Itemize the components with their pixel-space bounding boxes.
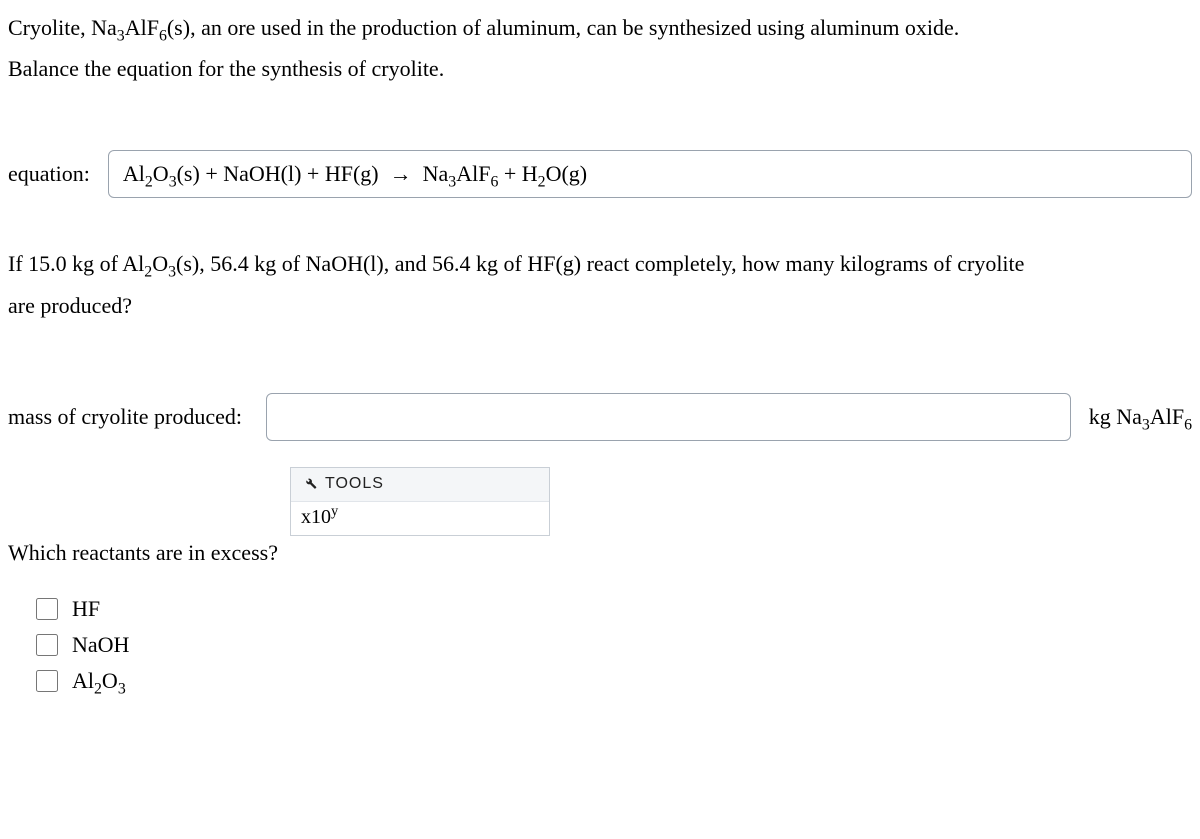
question-intro-line1: Cryolite, Na3AlF6(s), an ore used in the…: [8, 10, 1192, 45]
part2-question-line2: are produced?: [8, 288, 1192, 323]
equation-label: equation:: [8, 161, 90, 187]
formula-cryolite: Na3AlF6(s): [91, 15, 190, 40]
sci-label-base: x10: [301, 506, 331, 528]
intro-text-post: , an ore used in the production of alumi…: [190, 15, 959, 40]
mass-unit: kg Na3AlF6: [1089, 404, 1192, 430]
formula-al2o3-inline: Al2O3(s): [122, 251, 199, 276]
excess-options: HF NaOH Al2O3: [36, 596, 1192, 694]
excess-option-al2o3[interactable]: Al2O3: [36, 668, 1192, 694]
option-label-al2o3: Al2O3: [72, 668, 126, 694]
wrench-icon: [301, 474, 317, 495]
excess-option-naoh[interactable]: NaOH: [36, 632, 1192, 658]
mass-label: mass of cryolite produced:: [8, 404, 242, 430]
excess-question: Which reactants are in excess?: [8, 540, 1192, 566]
p2-pre: If 15.0 kg of: [8, 251, 122, 276]
sci-notation-button[interactable]: x10y: [291, 502, 549, 535]
equation-content: Al2O3(s) + NaOH(l) + HF(g) → Na3AlF6 + H…: [123, 161, 587, 187]
excess-option-hf[interactable]: HF: [36, 596, 1192, 622]
option-label-hf: HF: [72, 596, 100, 622]
mass-input[interactable]: [266, 393, 1071, 441]
part2-question-line1: If 15.0 kg of Al2O3(s), 56.4 kg of NaOH(…: [8, 246, 1192, 281]
checkbox-hf[interactable]: [36, 598, 58, 620]
option-label-naoh: NaOH: [72, 632, 129, 658]
checkbox-al2o3[interactable]: [36, 670, 58, 692]
p2-mid: , 56.4 kg of NaOH(l), and 56.4 kg of HF(…: [199, 251, 1024, 276]
intro-text-pre: Cryolite,: [8, 15, 91, 40]
question-intro-line2: Balance the equation for the synthesis o…: [8, 51, 1192, 86]
sci-label-exp: y: [331, 503, 338, 519]
equation-input[interactable]: Al2O3(s) + NaOH(l) + HF(g) → Na3AlF6 + H…: [108, 150, 1192, 198]
mass-unit-prefix: kg: [1089, 404, 1117, 429]
tools-header: TOOLS: [291, 468, 549, 502]
tools-header-label: TOOLS: [325, 475, 384, 493]
tools-panel: TOOLS x10y: [290, 467, 550, 536]
checkbox-naoh[interactable]: [36, 634, 58, 656]
formula-cryolite-unit: Na3AlF6: [1116, 404, 1192, 429]
